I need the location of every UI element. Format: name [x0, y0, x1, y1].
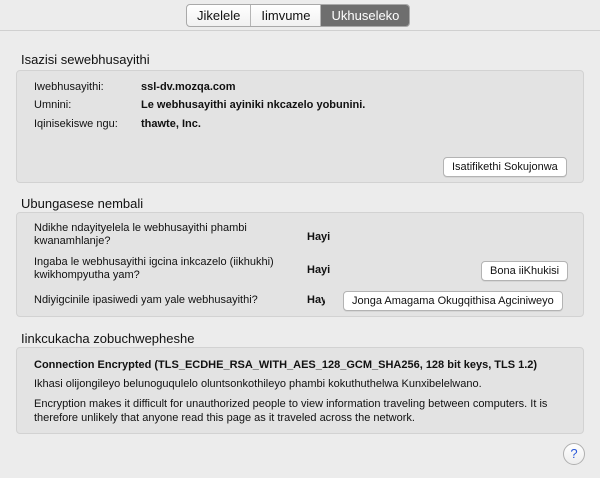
cookies-answer: Hayi [307, 264, 331, 276]
website-identity-panel: Iwebhusayithi: ssl-dv.mozqa.com Umnini: … [16, 70, 584, 183]
technical-details-title: Iinkcukacha zobuchwepheshe [21, 331, 195, 346]
website-identity-title: Isazisi sewebhusayithi [21, 52, 150, 67]
toolbar-divider [0, 30, 600, 31]
view-saved-passwords-button[interactable]: Jonga Amagama Okugqithisa Agciniweyo [343, 291, 563, 311]
toolbar: Jikelele Iimvume Ukhuseleko [0, 0, 600, 30]
website-label: Iwebhusayithi: [34, 81, 104, 93]
tab-bar: Jikelele Iimvume Ukhuseleko [186, 4, 411, 27]
visited-before-question: Ndikhe ndayityelela le webhusayithi pham… [34, 222, 247, 247]
tab-security[interactable]: Ukhuseleko [321, 5, 410, 26]
view-certificate-button[interactable]: Isatifikethi Sokujonwa [443, 157, 567, 177]
tab-permissions[interactable]: Iimvume [251, 5, 322, 26]
view-cookies-button[interactable]: Bona iiKhukisi [481, 261, 569, 281]
saved-password-question: Ndiyigcinile ipasiwedi yam yale webhusay… [34, 294, 258, 306]
verified-by-label: Iqinisekiswe ngu: [34, 118, 118, 130]
cookies-question: Ingaba le webhusayithi igcina inkcazelo … [34, 256, 274, 281]
owner-value: Le webhusayithi ayiniki nkcazelo yobunin… [141, 99, 366, 111]
tab-general[interactable]: Jikelele [187, 5, 252, 26]
visited-before-answer: Hayi [307, 231, 331, 243]
help-button[interactable]: ? [563, 443, 585, 465]
saved-password-answer: Hay [307, 294, 325, 306]
page-encrypted-note: Ikhasi olijongileyo belunoguqulelo olunt… [34, 378, 482, 390]
privacy-history-title: Ubungasese nembali [21, 196, 144, 211]
privacy-history-panel: Ndikhe ndayityelela le webhusayithi pham… [16, 212, 584, 317]
owner-label: Umnini: [34, 99, 72, 111]
technical-details-panel: Connection Encrypted (TLS_ECDHE_RSA_WITH… [16, 347, 584, 434]
encryption-explanation: Encryption makes it difficult for unauth… [34, 398, 548, 424]
website-value: ssl-dv.mozqa.com [141, 81, 236, 93]
connection-encrypted-text: Connection Encrypted (TLS_ECDHE_RSA_WITH… [34, 359, 538, 371]
verified-by-value: thawte, Inc. [141, 118, 201, 130]
